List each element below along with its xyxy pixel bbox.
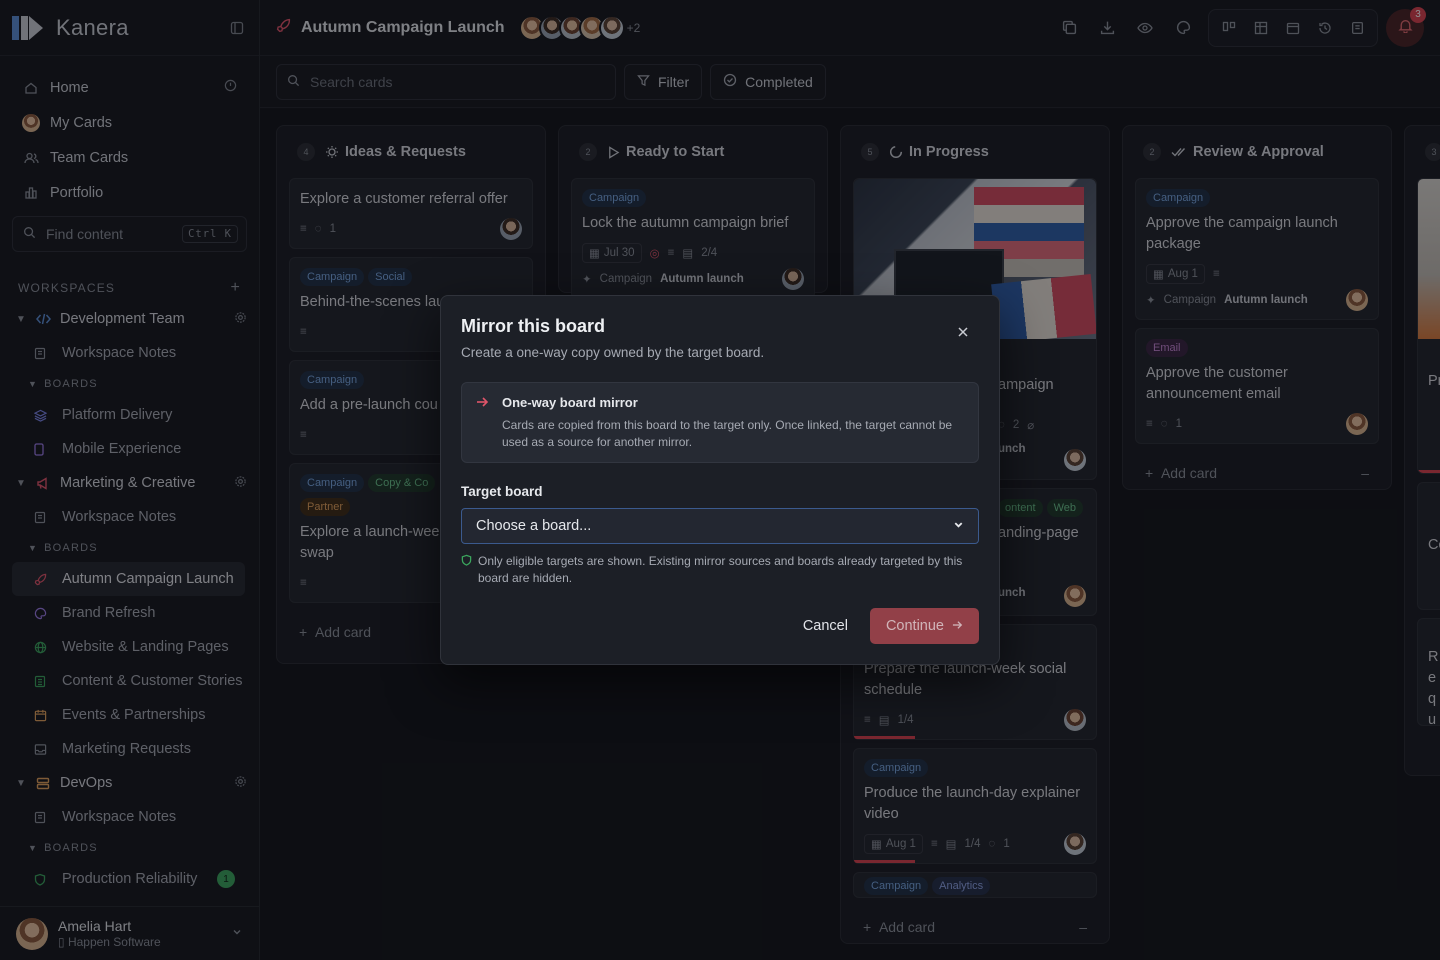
- dialog-subtitle: Create a one-way copy owned by the targe…: [461, 345, 765, 360]
- target-board-select[interactable]: Choose a board...: [461, 508, 979, 544]
- shield-icon: [461, 554, 472, 587]
- dialog-title: Mirror this board: [461, 316, 606, 336]
- target-board-label: Target board: [461, 484, 543, 499]
- eligibility-hint-text: Only eligible targets are shown. Existin…: [478, 554, 963, 585]
- arrow-right-icon: [952, 618, 963, 634]
- target-board-selected: Choose a board...: [476, 518, 592, 534]
- eligibility-hint: Only eligible targets are shown. Existin…: [461, 553, 979, 587]
- info-title: One-way board mirror: [502, 395, 638, 410]
- arrow-right-icon: [476, 395, 489, 412]
- close-icon[interactable]: [953, 322, 973, 342]
- cancel-button[interactable]: Cancel: [781, 608, 870, 644]
- info-text: Cards are copied from this board to the …: [502, 418, 953, 449]
- continue-button[interactable]: Continue: [869, 608, 979, 644]
- mirror-board-dialog: Mirror this board Create a one-way copy …: [440, 295, 1000, 665]
- chevron-down-icon: [953, 518, 964, 534]
- continue-label: Continue: [885, 618, 944, 634]
- mirror-info-box: One-way board mirror Cards are copied fr…: [461, 382, 979, 463]
